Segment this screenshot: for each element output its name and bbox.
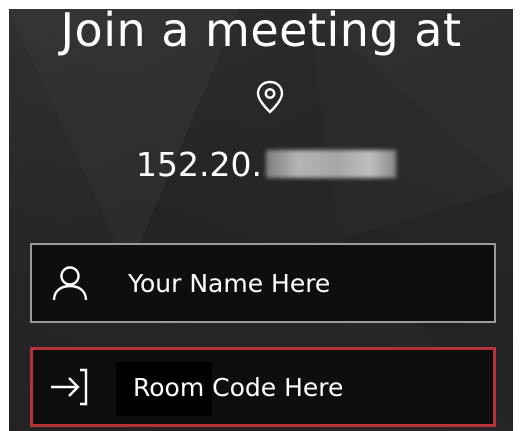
server-address-text: 152.20. (136, 144, 262, 184)
name-input-field[interactable]: Your Name Here (30, 243, 496, 323)
enter-arrow-icon (51, 368, 88, 406)
server-address: 152.20. (136, 144, 396, 184)
room-code-placeholder: Room Code Here (133, 372, 344, 402)
location-pin-icon (256, 80, 284, 114)
user-icon (52, 266, 88, 301)
name-input-placeholder: Your Name Here (128, 268, 331, 298)
redacted-address-block (265, 150, 396, 178)
join-meeting-screen: Join a meeting at 152.20. Your Name Here… (9, 9, 513, 431)
room-code-input-field[interactable]: Room Code Here (30, 347, 496, 427)
page-title: Join a meeting at (60, 9, 462, 57)
